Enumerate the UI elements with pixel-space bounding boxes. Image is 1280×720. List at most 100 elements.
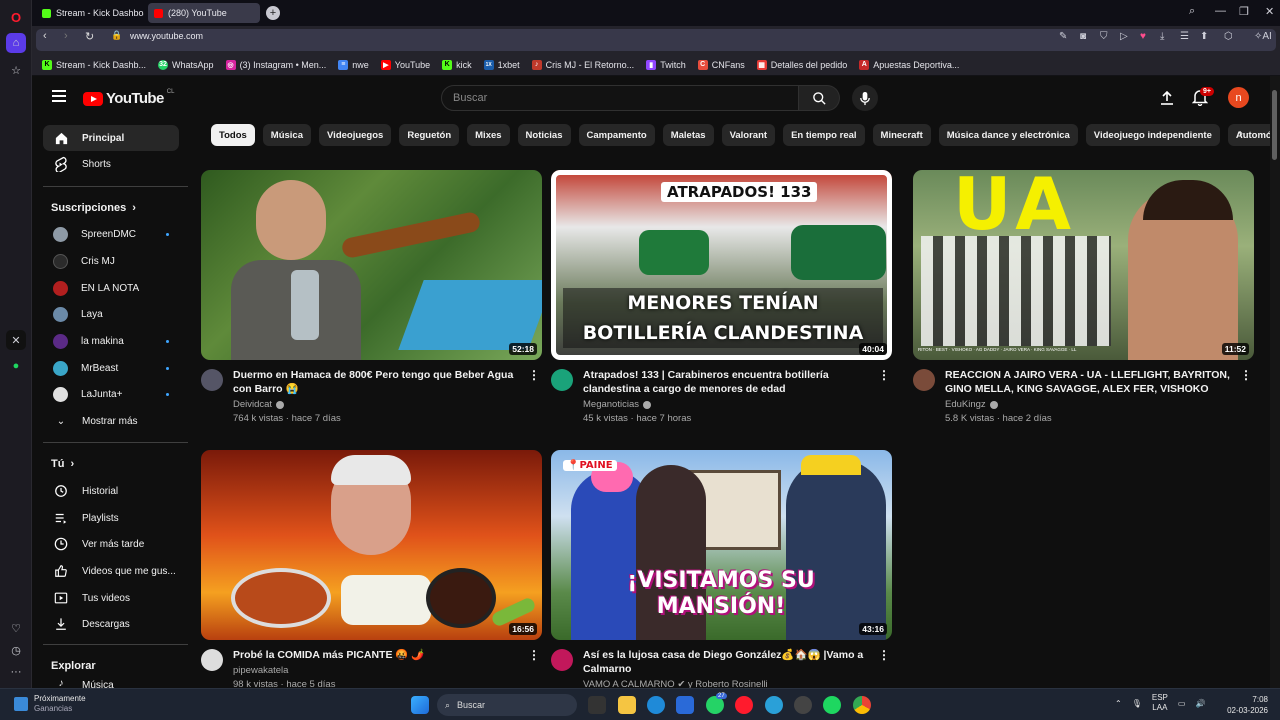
scrollbar-thumb[interactable]: [1272, 90, 1277, 160]
voice-search-button[interactable]: [852, 85, 878, 111]
heart-icon[interactable]: ♡: [6, 618, 26, 638]
video-thumbnail[interactable]: ATRAPADOS! 133 MENORES TENÍAN BOTILLERÍA…: [551, 170, 892, 360]
youtube-logo[interactable]: YouTube CL: [83, 89, 174, 107]
microphone-icon[interactable]: 🎙: [1132, 699, 1142, 708]
video-title[interactable]: Atrapados! 133 | Carabineros encuentra b…: [583, 368, 872, 396]
video-title[interactable]: Así es la lujosa casa de Diego González💰…: [583, 648, 872, 676]
you-heading[interactable]: Tú ›: [51, 458, 74, 470]
account-avatar[interactable]: n: [1228, 87, 1249, 108]
home-icon[interactable]: ⌂: [6, 33, 26, 53]
opera-logo-icon[interactable]: O: [6, 7, 26, 27]
video-title[interactable]: Probé la COMIDA más PICANTE 🤬 🌶️: [233, 648, 522, 662]
more-icon[interactable]: ···: [6, 662, 26, 682]
clock[interactable]: 7:08 02-03-2026: [1224, 694, 1268, 716]
video-card[interactable]: 52:18 Duermo en Hamaca de 800€ Pero teng…: [201, 170, 542, 424]
chip-filter[interactable]: Música dance y electrónica: [938, 124, 1078, 146]
subscriptions-heading[interactable]: Suscripciones ›: [51, 202, 136, 214]
chip-filter[interactable]: Maletas: [662, 124, 714, 146]
video-thumbnail[interactable]: UA RITON · BEST · VISHOKO · AG DADDY · J…: [913, 170, 1254, 360]
url-text[interactable]: www.youtube.com: [130, 31, 203, 41]
chip-filter[interactable]: Videojuegos: [319, 124, 392, 146]
more-actions-icon[interactable]: ⋮: [1240, 368, 1252, 382]
guide-item-history[interactable]: Historial: [43, 478, 179, 504]
spotify-icon[interactable]: [823, 696, 841, 714]
more-actions-icon[interactable]: ⋮: [528, 648, 540, 662]
taskbar-search[interactable]: ⌕ Buscar: [437, 694, 577, 716]
guide-item-your-videos[interactable]: Tus videos: [43, 585, 179, 611]
bookmark-item[interactable]: ▶ YouTube: [380, 59, 430, 70]
subscription-item[interactable]: la makina: [43, 328, 179, 354]
search-input[interactable]: Buscar: [441, 85, 799, 111]
guide-item-music[interactable]: ♪ Música: [43, 677, 179, 689]
edge-icon[interactable]: [647, 696, 665, 714]
more-actions-icon[interactable]: ⋮: [528, 368, 540, 382]
channel-avatar[interactable]: [201, 649, 223, 671]
channel-avatar[interactable]: [913, 369, 935, 391]
chrome-icon[interactable]: [853, 696, 871, 714]
reload-icon[interactable]: ↻: [85, 30, 94, 43]
chip-filter[interactable]: Música: [262, 124, 312, 146]
subscription-item[interactable]: Cris MJ: [43, 248, 179, 274]
network-icon[interactable]: ▭: [1178, 699, 1186, 708]
url-box[interactable]: [36, 29, 1276, 51]
bookmark-item[interactable]: 1X 1xbet: [483, 59, 520, 70]
ai-icon[interactable]: ✧AI: [1254, 31, 1272, 42]
video-card[interactable]: ATRAPADOS! 133 MENORES TENÍAN BOTILLERÍA…: [551, 170, 892, 424]
bookmark-item[interactable]: ▮ Twitch: [646, 59, 686, 70]
share-icon[interactable]: ⬆: [1200, 31, 1208, 42]
video-card[interactable]: 📍PAINE ¡VISITAMOS SU MANSIÓN! 43:16 Así …: [551, 450, 892, 688]
more-actions-icon[interactable]: ⋮: [878, 648, 890, 662]
bookmark-item[interactable]: A Apuestas Deportiva...: [859, 59, 959, 70]
chip-filter[interactable]: Noticias: [517, 124, 571, 146]
chevron-up-icon[interactable]: ⌃: [1115, 699, 1122, 708]
bookmark-item[interactable]: ≡ nwe: [338, 59, 369, 70]
channel-avatar[interactable]: [201, 369, 223, 391]
forward-icon[interactable]: ›: [64, 30, 68, 42]
tab-youtube[interactable]: (280) YouTube: [148, 3, 260, 23]
subscription-item[interactable]: SpreenDMC: [43, 221, 179, 247]
bookmark-item[interactable]: Kkick: [442, 59, 472, 70]
heart-filled-icon[interactable]: ♥: [1140, 31, 1146, 42]
language-indicator[interactable]: ESP LAA: [1152, 693, 1168, 713]
page-scrollbar[interactable]: [1270, 76, 1280, 688]
chip-filter[interactable]: Videojuego independiente: [1085, 124, 1220, 146]
channel-name[interactable]: Meganoticias: [583, 399, 872, 410]
extensions-icon[interactable]: ⬡: [1224, 31, 1233, 42]
download-icon[interactable]: ⤓: [1160, 31, 1164, 42]
channel-name[interactable]: Deividcat: [233, 399, 522, 410]
more-actions-icon[interactable]: ⋮: [878, 368, 890, 382]
show-more-button[interactable]: ⌄ Mostrar más: [43, 408, 179, 434]
star-icon[interactable]: ☆: [6, 60, 26, 80]
guide-item-watch-later[interactable]: Ver más tarde: [43, 531, 179, 557]
bookmark-item[interactable]: ▦ Detalles del pedido: [756, 59, 847, 70]
weather-widget[interactable]: Próximamente Ganancias: [14, 694, 86, 714]
file-explorer-icon[interactable]: [618, 696, 636, 714]
channel-name[interactable]: EduKingz: [945, 399, 1234, 410]
store-icon[interactable]: [676, 696, 694, 714]
video-title[interactable]: REACCION A JAIRO VERA - UA - LLEFLIGHT, …: [945, 368, 1234, 396]
video-thumbnail[interactable]: 16:56: [201, 450, 542, 640]
shield-icon[interactable]: ⛉: [1100, 31, 1108, 42]
windows-start-icon[interactable]: [411, 696, 429, 714]
chevron-right-icon[interactable]: ›: [1239, 126, 1243, 140]
video-thumbnail[interactable]: 52:18: [201, 170, 542, 360]
chip-filter[interactable]: En tiempo real: [783, 124, 865, 146]
video-card[interactable]: UA RITON · BEST · VISHOKO · AG DADDY · J…: [913, 170, 1254, 424]
app-icon[interactable]: [794, 696, 812, 714]
maximize-icon[interactable]: ❐: [1239, 5, 1249, 18]
new-tab-button[interactable]: +: [266, 6, 280, 20]
search-button[interactable]: [799, 85, 840, 111]
spotify-icon[interactable]: ●: [6, 356, 26, 376]
chip-filter[interactable]: Todos: [211, 124, 255, 146]
bookmark-item[interactable]: ♪ Cris MJ - El Retorno...: [531, 59, 634, 70]
guide-item-downloads[interactable]: Descargas: [43, 611, 179, 637]
video-title[interactable]: Duermo en Hamaca de 800€ Pero tengo que …: [233, 368, 522, 396]
video-thumbnail[interactable]: 📍PAINE ¡VISITAMOS SU MANSIÓN! 43:16: [551, 450, 892, 640]
video-card[interactable]: 16:56 Probé la COMIDA más PICANTE 🤬 🌶️ p…: [201, 450, 542, 688]
volume-icon[interactable]: 🔊: [1195, 699, 1205, 708]
opera-icon[interactable]: [735, 696, 753, 714]
guide-item-home[interactable]: Principal: [43, 125, 179, 151]
clock-icon[interactable]: ◷: [6, 640, 26, 660]
play-icon[interactable]: ▷: [1120, 31, 1128, 42]
tab-kick[interactable]: Stream - Kick Dashboard: [36, 3, 144, 23]
